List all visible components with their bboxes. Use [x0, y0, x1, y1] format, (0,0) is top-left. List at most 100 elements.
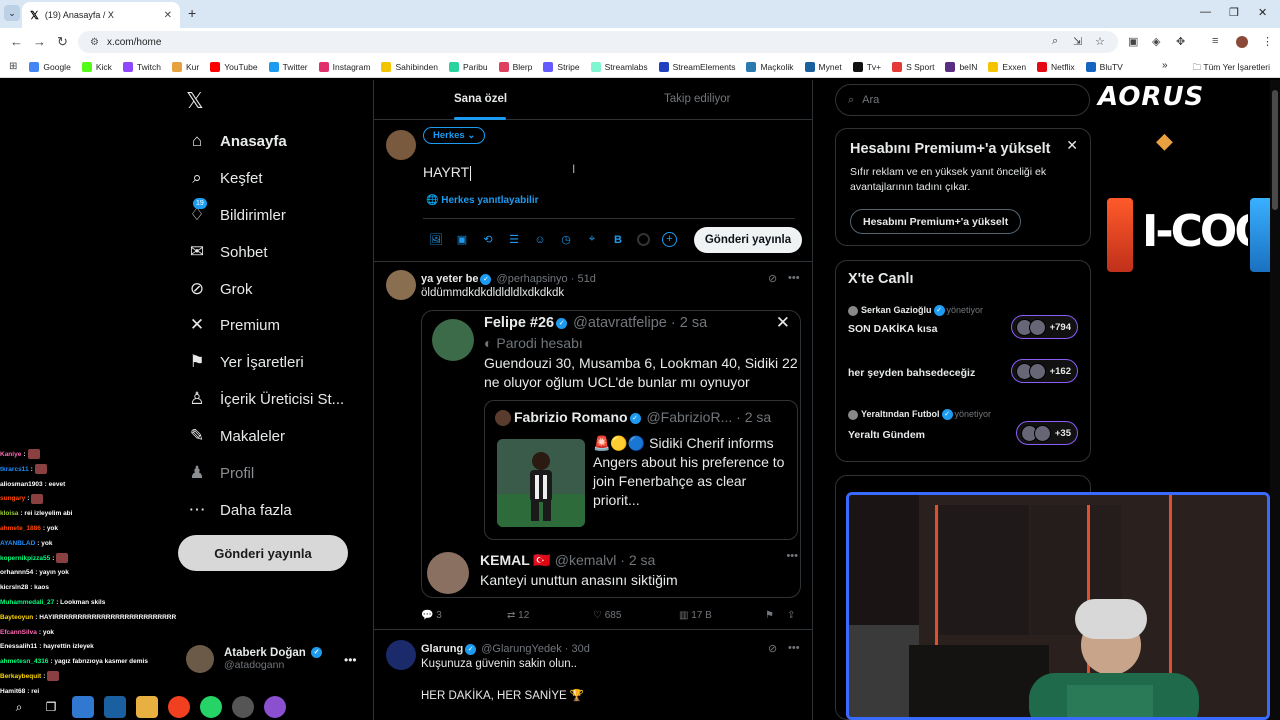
space-host[interactable]: Yeraltından Futbol ✓ yönetiyor — [848, 409, 991, 421]
nav-item-creator[interactable]: ♙ İçerik Üreticisi St... — [186, 388, 344, 410]
browser-tab[interactable]: 𝕏 (19) Anasayfa / X ✕ — [22, 2, 180, 28]
audience-dropdown[interactable]: Herkes ⌄ — [423, 127, 486, 144]
bookmark-item[interactable]: Sahibinden — [381, 61, 438, 72]
emoji-icon[interactable]: ☺ — [527, 234, 553, 246]
bookmark-item[interactable]: Exxen — [988, 61, 1026, 72]
avatar[interactable] — [386, 640, 416, 670]
tab-following[interactable]: Takip ediliyor — [664, 93, 730, 105]
grok-icon[interactable]: ⊘ — [768, 272, 777, 285]
bookmark-item[interactable]: StreamElements — [658, 61, 735, 72]
like-button[interactable]: ♡ 685 — [593, 610, 679, 621]
bookmark-button[interactable]: ⚑ — [765, 610, 787, 621]
close-icon[interactable]: ✕ — [1066, 137, 1078, 154]
nav-item-article[interactable]: ✎ Makaleler — [186, 425, 285, 447]
reply-button[interactable]: 💬 3 — [421, 610, 507, 621]
gif-icon[interactable]: ▣ — [449, 233, 475, 246]
folder-icon[interactable] — [136, 696, 158, 718]
compose-input[interactable]: HAYRT — [423, 164, 471, 181]
reply-setting[interactable]: 🌐 Herkes yanıtlayabilir — [426, 195, 539, 206]
nested-quote-image[interactable] — [497, 439, 585, 527]
space-title[interactable]: SON DAKİKA kısa — [848, 323, 937, 335]
nav-item-mail[interactable]: ✉ Sohbet — [186, 241, 268, 263]
tab-search-button[interactable]: ⌄ — [4, 5, 20, 21]
space-title[interactable]: her şeyden bahsedeceğiz — [848, 367, 975, 379]
extensions-puzzle-icon[interactable]: ✥ — [1176, 35, 1185, 48]
nav-item-bell[interactable]: ♢ 19 Bildirimler — [186, 198, 286, 226]
copilot-icon[interactable] — [72, 696, 94, 718]
menu-icon[interactable]: ⋮ — [1262, 35, 1273, 48]
nav-item-x[interactable]: ✕ Premium — [186, 314, 280, 336]
space-listeners-pill[interactable]: +794 — [1010, 315, 1078, 339]
obs-icon[interactable] — [232, 696, 254, 718]
bookmark-item[interactable]: Streamlabs — [590, 61, 648, 72]
forward-icon[interactable]: → — [33, 34, 46, 49]
bookmark-item[interactable]: Google — [29, 61, 71, 72]
grok-icon[interactable]: ⊘ — [768, 642, 777, 655]
bookmark-item[interactable]: Twitch — [122, 61, 161, 72]
nav-item-search[interactable]: ⌕ Keşfet — [186, 167, 262, 189]
bookmark-item[interactable]: Mynet — [804, 61, 842, 72]
bookmark-item[interactable]: Blerp — [498, 61, 532, 72]
back-icon[interactable]: ← — [10, 34, 23, 49]
bookmark-item[interactable]: Kur — [171, 61, 199, 72]
more-icon[interactable]: ••• — [786, 550, 798, 562]
bookmark-item[interactable]: Stripe — [543, 61, 580, 72]
new-tab-button[interactable]: + — [188, 5, 196, 21]
bookmark-item[interactable]: BluTV — [1085, 61, 1123, 72]
bookmark-item[interactable]: Tv+ — [852, 61, 881, 72]
install-icon[interactable]: ⇲ — [1073, 35, 1082, 48]
minimize-icon[interactable]: — — [1200, 6, 1211, 18]
whatsapp-icon[interactable] — [200, 696, 222, 718]
bookmark-item[interactable]: Kick — [81, 61, 112, 72]
poll-icon[interactable]: ☰ — [501, 233, 527, 246]
image-icon[interactable]: 🖼 — [423, 233, 449, 246]
address-input[interactable]: ⚙ x.com/home — [78, 31, 1118, 53]
bookmark-item[interactable]: Netflix — [1037, 61, 1075, 72]
edge-icon[interactable] — [104, 696, 126, 718]
nav-item-bookmark[interactable]: ⚑ Yer İşaretleri — [186, 351, 303, 373]
space-host[interactable]: Serkan Gazioğlu ✓ yönetiyor — [848, 305, 983, 317]
more-icon[interactable]: ••• — [788, 272, 800, 284]
space-listeners-pill[interactable]: +162 — [1010, 359, 1078, 383]
add-post-icon[interactable]: + — [662, 232, 677, 247]
task-view-icon[interactable]: ❐ — [40, 696, 62, 718]
more-bookmarks-icon[interactable]: » — [1162, 60, 1168, 71]
close-window-icon[interactable]: ✕ — [1258, 6, 1267, 19]
all-bookmarks-folder[interactable]: 🗀 Tüm Yer İşaretleri — [1193, 62, 1270, 76]
grok-icon[interactable]: ⟲ — [475, 233, 501, 246]
views-button[interactable]: ▥ 17 B — [679, 610, 765, 621]
nav-item-grok[interactable]: ⊘ Grok — [186, 278, 253, 300]
bookmark-item[interactable]: S Sport — [892, 61, 934, 72]
search-icon[interactable]: ⌕ — [8, 696, 30, 718]
bookmark-item[interactable]: Maçkolik — [746, 61, 794, 72]
bold-icon[interactable]: B — [605, 234, 631, 246]
site-info-icon[interactable]: ⚙ — [90, 37, 99, 48]
retweet-button[interactable]: ⇄ 12 — [507, 610, 593, 621]
nav-item-profile[interactable]: ♟ Profil — [186, 462, 254, 484]
extension-icon[interactable]: ◈ — [1152, 35, 1160, 48]
nav-item-home[interactable]: ⌂ Anasayfa — [186, 130, 287, 152]
avatar[interactable] — [386, 270, 416, 300]
tab-for-you[interactable]: Sana özel — [454, 93, 507, 105]
quoted-tweet[interactable]: Felipe #26 ✓ @atavratfelipe · 2 sa ✕ ◐ Pa… — [421, 310, 801, 598]
account-switcher[interactable]: Ataberk Doğan ✓ @atadogann ••• — [186, 645, 357, 673]
scrollbar-thumb[interactable] — [1272, 90, 1278, 210]
media-icon[interactable]: ≡ — [1212, 35, 1218, 47]
bookmark-star-icon[interactable]: ☆ — [1095, 35, 1105, 48]
profile-avatar[interactable] — [1236, 36, 1248, 48]
x-logo-icon[interactable]: 𝕏 — [186, 88, 204, 114]
more-icon[interactable]: ••• — [344, 653, 357, 667]
restore-icon[interactable]: ❐ — [1229, 6, 1239, 19]
more-icon[interactable]: ••• — [788, 642, 800, 654]
bookmark-item[interactable]: YouTube — [210, 61, 258, 72]
bookmark-item[interactable]: Twitter — [268, 61, 308, 72]
chrome-icon[interactable] — [168, 696, 190, 718]
app-icon[interactable] — [264, 696, 286, 718]
tab-close-icon[interactable]: ✕ — [164, 10, 172, 21]
extension-icon[interactable]: ▣ — [1128, 35, 1138, 48]
search-input[interactable]: ⌕ Ara — [835, 84, 1090, 116]
bookmark-item[interactable]: Paribu — [448, 61, 488, 72]
tweet[interactable]: Glarung ✓ @GlarungYedek · 30d ⊘ ••• Kuşun… — [374, 632, 812, 720]
premium-upgrade-button[interactable]: Hesabını Premium+'a yükselt — [850, 209, 1022, 234]
zoom-icon[interactable]: ⌕ — [1052, 35, 1058, 48]
